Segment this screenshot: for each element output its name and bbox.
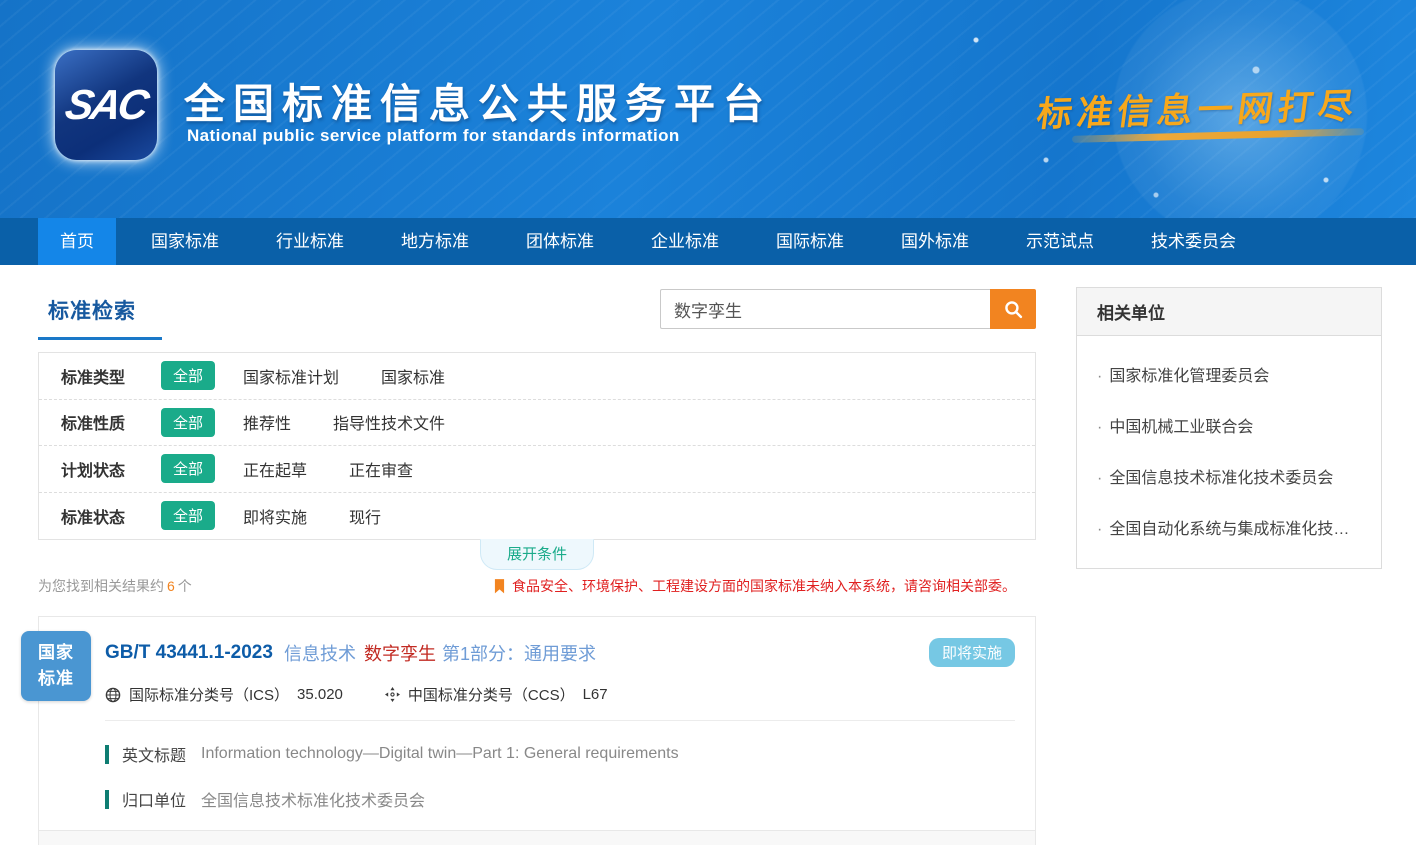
filter-option[interactable]: 国家标准计划 [243,364,339,388]
filter-all-badge[interactable]: 全部 [161,454,215,483]
section-title-block: 标准检索 [38,287,162,340]
standard-title-highlight[interactable]: 数字孪生 [364,640,436,666]
globe-icon [105,687,121,703]
nav-tab-national-standards[interactable]: 国家标准 [129,218,241,265]
filter-option[interactable]: 正在起草 [243,457,307,481]
filter-option[interactable]: 推荐性 [243,410,291,434]
nav-tab-local-standards[interactable]: 地方标准 [379,218,491,265]
ccs-value: L67 [583,686,608,703]
filter-option[interactable]: 即将实施 [243,504,307,528]
standard-title-row: GB/T 43441.1-2023 信息技术 数字孪生 第1部分：通用要求 即将… [105,638,1015,667]
standard-result-card: 国家 标准 GB/T 43441.1-2023 信息技术 数字孪生 第1部分：通… [38,616,1036,845]
related-units-title: 相关单位 [1077,288,1381,336]
sac-logo-text: SAC [62,81,150,129]
expand-conditions-wrap: 展开条件 [38,540,1036,570]
filter-all-badge[interactable]: 全部 [161,408,215,437]
search-section-header: 标准检索 [38,287,1036,340]
nav-tab-technical-committee[interactable]: 技术委员会 [1129,218,1258,265]
search-button[interactable] [990,289,1036,329]
nav-tab-enterprise-standards[interactable]: 企业标准 [629,218,741,265]
ccs-label: 中国标准分类号（CCS） [408,684,575,705]
filter-row-standard-status: 标准状态 全部 即将实施 现行 [39,493,1035,540]
detail-label: 英文标题 [122,742,186,766]
related-unit-link[interactable]: 国家标准化管理委员会 [1097,348,1361,399]
card-footer: 发布于 2023-11-27 实施于 2024-06-01 [39,830,1035,845]
implemented-date-item: 实施于 2024-06-01 [854,841,1015,845]
filter-label: 标准性质 [61,410,161,434]
notice-text: 食品安全、环境保护、工程建设方面的国家标准未纳入本系统，请咨询相关部委。 [512,576,1016,596]
card-header: GB/T 43441.1-2023 信息技术 数字孪生 第1部分：通用要求 即将… [39,617,1035,721]
nav-tab-pilot-program[interactable]: 示范试点 [1004,218,1116,265]
filter-row-standard-type: 标准类型 全部 国家标准计划 国家标准 [39,353,1035,400]
related-unit-link[interactable]: 中国机械工业联合会 [1097,399,1361,450]
main-nav: 首页 国家标准 行业标准 地方标准 团体标准 企业标准 国际标准 国外标准 示范… [0,218,1416,265]
filter-label: 标准类型 [61,364,161,388]
standard-title-part[interactable]: 第1部分：通用要求 [442,640,596,666]
filter-panel: 标准类型 全部 国家标准计划 国家标准 标准性质 全部 推荐性 指导性技术文件 … [38,352,1036,540]
nav-tab-industry-standards[interactable]: 行业标准 [254,218,366,265]
related-units-panel: 相关单位 国家标准化管理委员会 中国机械工业联合会 全国信息技术标准化技术委员会… [1076,287,1382,569]
results-count-prefix: 为您找到相关结果约 [38,578,164,594]
nav-tab-international-standards[interactable]: 国际标准 [754,218,866,265]
nav-tab-group-standards[interactable]: 团体标准 [504,218,616,265]
nav-tab-foreign-standards[interactable]: 国外标准 [879,218,991,265]
title-underline-decoration [38,337,162,340]
filter-option[interactable]: 现行 [349,504,381,528]
sac-logo[interactable]: SAC [55,50,157,160]
published-date-item: 发布于 2023-11-27 [660,841,820,845]
committee-row: 归口单位 全国信息技术标准化技术委员会 [39,787,1035,811]
standard-type-badge: 国家 标准 [21,631,91,701]
committee-value: 全国信息技术标准化技术委员会 [201,787,425,811]
filter-option[interactable]: 指导性技术文件 [333,410,445,434]
results-info-row: 为您找到相关结果约6个 食品安全、环境保护、工程建设方面的国家标准未纳入本系统，… [38,576,1036,596]
english-title-row: 英文标题 Information technology—Digital twin… [39,742,1035,766]
results-count: 为您找到相关结果约6个 [38,576,192,596]
expand-conditions-button[interactable]: 展开条件 [480,539,594,570]
site-title: 全国标准信息公共服务平台 [184,70,772,130]
detail-bar-decoration [105,790,109,809]
detail-label: 归口单位 [122,787,186,811]
related-unit-link[interactable]: 全国自动化系统与集成标准化技… [1097,501,1361,552]
related-unit-link[interactable]: 全国信息技术标准化技术委员会 [1097,450,1361,501]
detail-bar-decoration [105,745,109,764]
filter-all-badge[interactable]: 全部 [161,361,215,390]
standard-code-link[interactable]: GB/T 43441.1-2023 [105,642,273,664]
classification-row: 国际标准分类号（ICS） 35.020 中国标准分类号（CCS） L67 [105,684,1015,721]
filter-option[interactable]: 国家标准 [381,364,445,388]
filter-option[interactable]: 正在审查 [349,457,413,481]
results-count-suffix: 个 [178,578,192,594]
type-badge-line1: 国家 [38,640,74,666]
compass-icon [385,687,400,702]
filter-label: 标准状态 [61,504,161,528]
standard-title-part[interactable]: 信息技术 [284,640,356,666]
status-badge: 即将实施 [929,638,1015,667]
search-results-column: 标准检索 标准类型 全部 国家标准计划 国家标准 [38,287,1036,845]
related-units-list: 国家标准化管理委员会 中国机械工业联合会 全国信息技术标准化技术委员会 全国自动… [1077,336,1381,568]
implemented-label: 实施于 [878,841,926,845]
ics-label: 国际标准分类号（ICS） [129,684,289,705]
main-content: 标准检索 标准类型 全部 国家标准计划 国家标准 [0,265,1416,845]
system-notice: 食品安全、环境保护、工程建设方面的国家标准未纳入本系统，请咨询相关部委。 [494,576,1016,596]
filter-label: 计划状态 [61,457,161,481]
header-slogan: 标准信息一网打尽 [1034,78,1362,137]
page-title: 标准检索 [38,287,162,337]
published-label: 发布于 [684,841,732,845]
related-units-sidebar: 相关单位 国家标准化管理委员会 中国机械工业联合会 全国信息技术标准化技术委员会… [1076,287,1382,845]
filter-row-plan-status: 计划状态 全部 正在起草 正在审查 [39,446,1035,493]
english-title-value: Information technology—Digital twin—Part… [201,745,679,763]
nav-tab-home[interactable]: 首页 [38,218,116,265]
search-box [660,289,1036,329]
site-subtitle: National public service platform for sta… [187,126,680,146]
filter-all-badge[interactable]: 全部 [161,501,215,530]
search-input[interactable] [660,289,990,329]
ics-value: 35.020 [297,686,343,703]
bookmark-icon [494,579,505,594]
filter-row-standard-nature: 标准性质 全部 推荐性 指导性技术文件 [39,400,1035,447]
search-icon [1004,300,1023,319]
site-header: SAC 全国标准信息公共服务平台 National public service… [0,0,1416,218]
results-count-number: 6 [167,578,175,594]
type-badge-line2: 标准 [38,666,74,692]
